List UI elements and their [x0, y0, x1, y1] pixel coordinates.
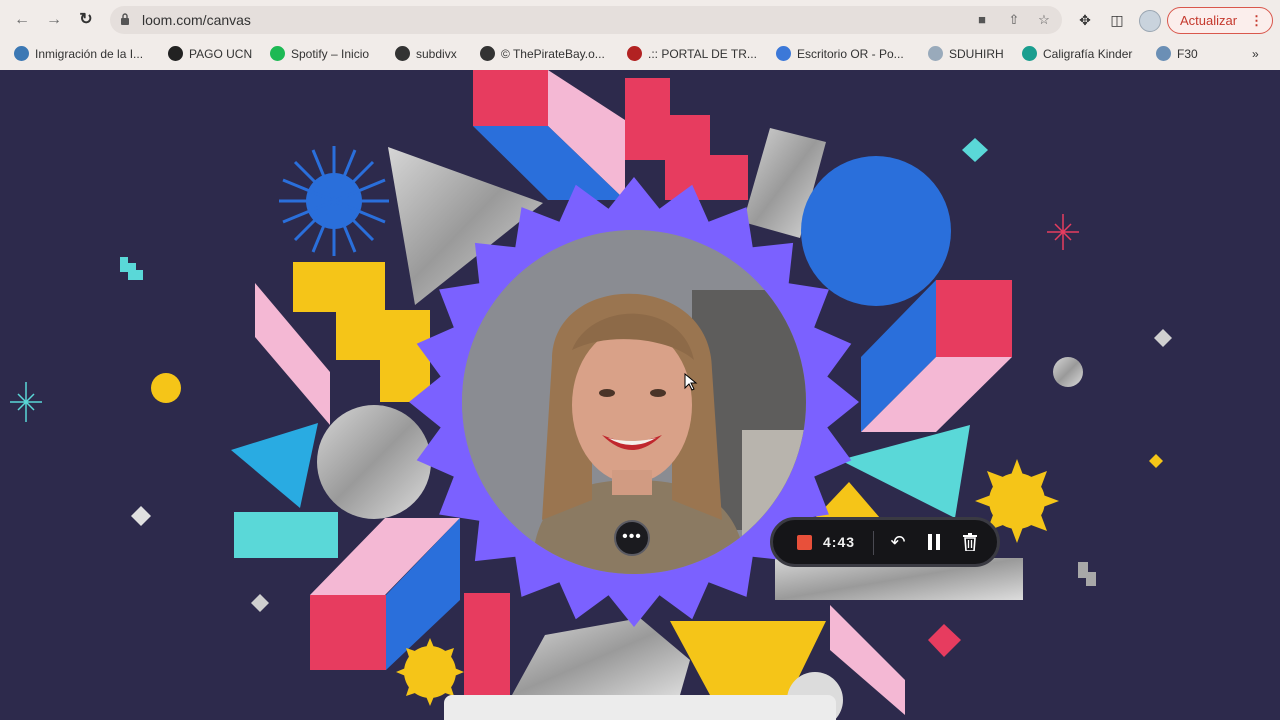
yellow-dot-shape: [151, 373, 181, 403]
bookmark-label: PAGO UCN: [189, 47, 253, 61]
lock-icon: [121, 13, 129, 25]
yellow-diamond-shape: [1149, 454, 1163, 468]
bookmark-label: Caligrafía Kinder: [1043, 47, 1133, 61]
more-options-button[interactable]: •••: [614, 520, 650, 556]
bookmark-star-icon[interactable]: ☆: [1036, 12, 1052, 28]
blue-starburst-shape: [279, 146, 389, 256]
bookmark-item[interactable]: Inmigración de la I...: [14, 45, 143, 63]
bookmark-label: Escritorio OR - Po...: [797, 47, 904, 61]
back-icon[interactable]: ←: [12, 10, 32, 30]
bookmark-label: SDUHIRH: [949, 47, 1004, 61]
teal-pixel-shape: [120, 257, 143, 280]
menu-dots-icon[interactable]: ⋮: [1250, 8, 1263, 33]
blue-triangle-shape: [231, 423, 318, 508]
red-sparkle-shape: [1047, 214, 1079, 250]
browser-toolbar: ← → ↻ loom.com/canvas ■ ⇧ ☆ ✥ ◫ Actualiz…: [0, 0, 1280, 40]
marble-dot-shape: [1053, 357, 1083, 387]
share-icon[interactable]: ⇧: [1006, 12, 1022, 28]
gray-pixel-shape: [1078, 562, 1096, 586]
recording-timer: 4:43: [823, 534, 856, 550]
spotify-icon: [270, 46, 285, 61]
bookmark-item[interactable]: Caligrafía Kinder: [1022, 45, 1132, 63]
red-diamond-shape: [928, 624, 961, 657]
recording-controls: 4:43 ↶: [770, 517, 1000, 567]
bookmark-label: F30: [1177, 47, 1198, 61]
bookmark-item[interactable]: PAGO UCN: [168, 45, 252, 63]
gray-diamond-shape: [251, 594, 269, 612]
bottom-toolbar[interactable]: [444, 695, 836, 720]
profile-avatar[interactable]: [1139, 10, 1161, 32]
bookmark-item[interactable]: Escritorio OR - Po...: [776, 45, 904, 63]
red-cube-shape: [936, 280, 1012, 357]
bookmark-label: subdivx: [416, 47, 457, 61]
forward-icon[interactable]: →: [44, 10, 64, 30]
shield-icon: [627, 46, 642, 61]
update-button[interactable]: Actualizar ⋮: [1167, 7, 1273, 34]
globe-icon: [168, 46, 183, 61]
url-text: loom.com/canvas: [142, 12, 251, 28]
refresh-circle-icon: [1022, 46, 1037, 61]
red-stairs-shape: [625, 78, 748, 200]
wordpress-icon: [14, 46, 29, 61]
marble-circle-shape: [317, 405, 431, 519]
subdivx-icon: [395, 46, 410, 61]
pirate-ship-icon: [480, 46, 495, 61]
bookmark-item[interactable]: F30: [1156, 45, 1198, 63]
gray-diamond-right-shape: [1154, 329, 1172, 347]
red-square-shape: [473, 70, 548, 126]
restart-icon[interactable]: ↶: [886, 530, 910, 554]
extensions-icon[interactable]: ✥: [1075, 10, 1095, 30]
loom-canvas: ••• 4:43 ↶: [0, 70, 1280, 720]
teal-rect-shape: [234, 512, 338, 558]
bookmark-item[interactable]: Spotify – Inicio: [270, 45, 369, 63]
white-diamond-shape: [131, 506, 151, 526]
f30-icon: [1156, 46, 1171, 61]
more-options-icon: •••: [622, 528, 642, 545]
bookmark-label: .:: PORTAL DE TR...: [648, 47, 757, 61]
bookmark-item[interactable]: SDUHIRH: [928, 45, 1004, 63]
stop-recording-button[interactable]: [797, 535, 812, 550]
bookmark-item[interactable]: .:: PORTAL DE TR...: [627, 45, 757, 63]
bookmark-label: © ThePirateBay.o...: [501, 47, 605, 61]
side-panel-icon[interactable]: ◫: [1107, 10, 1127, 30]
bookmark-label: Spotify – Inicio: [291, 47, 370, 61]
marble-bottom-shape: [512, 618, 690, 695]
teal-diamond-shape: [962, 138, 988, 162]
pause-icon[interactable]: [922, 530, 946, 554]
red-cube-front-shape: [310, 595, 386, 670]
blue-circle-shape: [801, 156, 951, 306]
bookmarks-bar: Inmigración de la I... PAGO UCN Spotify – …: [0, 42, 1280, 66]
update-button-label: Actualizar: [1180, 13, 1238, 28]
browser-chrome: ← → ↻ loom.com/canvas ■ ⇧ ☆ ✥ ◫ Actualiz…: [0, 0, 1280, 70]
document-icon: [928, 46, 943, 61]
delete-trash-icon[interactable]: [958, 530, 982, 554]
bookmarks-overflow-icon[interactable]: »: [1252, 45, 1259, 63]
camera-icon[interactable]: ■: [974, 12, 990, 28]
address-bar[interactable]: loom.com/canvas ■ ⇧ ☆: [110, 6, 1062, 34]
bookmark-item[interactable]: © ThePirateBay.o...: [480, 45, 605, 63]
reload-icon[interactable]: ↻: [76, 10, 96, 30]
teal-sparkle-shape: [10, 382, 42, 422]
divider: [873, 531, 874, 555]
mouse-cursor-icon: [684, 373, 698, 391]
red-bar-shape: [464, 593, 510, 695]
fin-icon: [776, 46, 791, 61]
bookmark-item[interactable]: subdivx: [395, 45, 457, 63]
bookmark-label: Inmigración de la I...: [35, 47, 144, 61]
